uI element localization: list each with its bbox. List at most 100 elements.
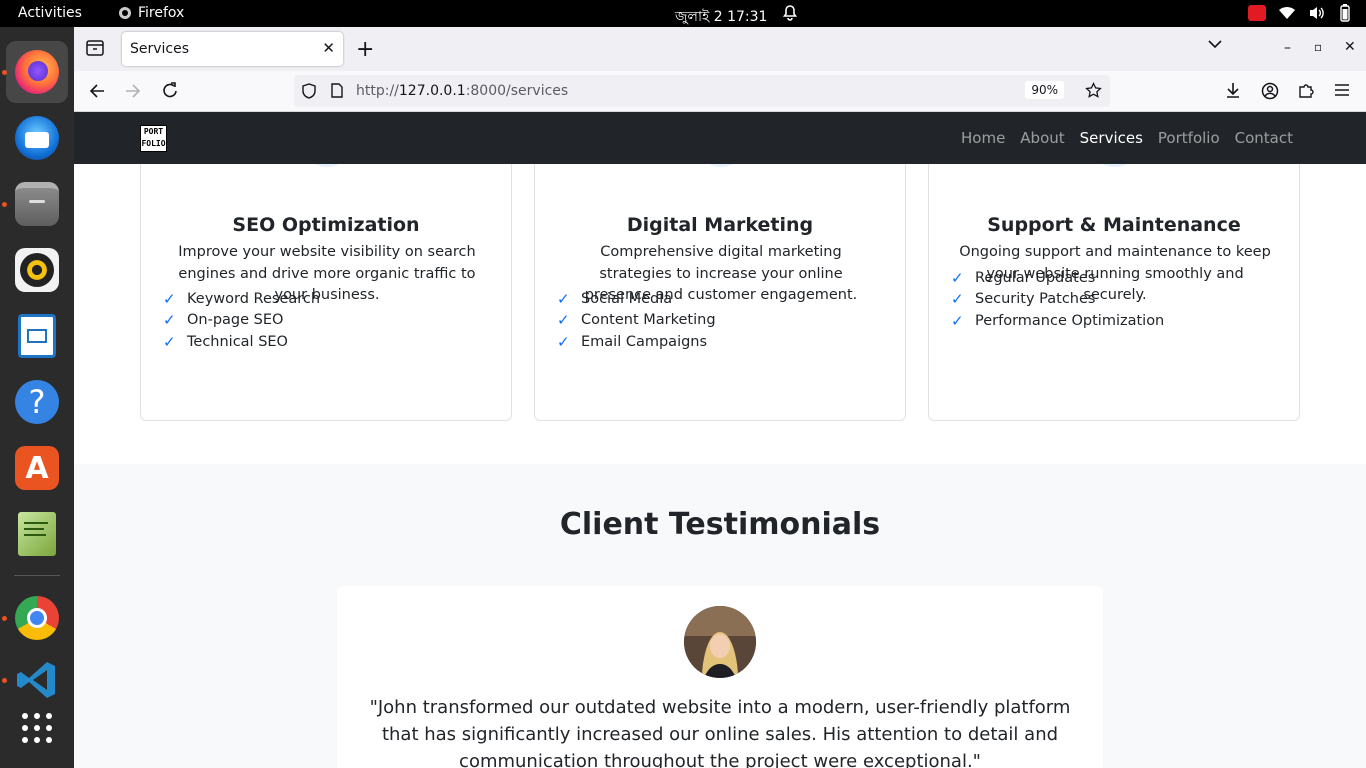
show-apps-grid-icon [22, 713, 52, 743]
nav-link-contact[interactable]: Contact [1235, 129, 1293, 147]
url-bar[interactable]: http://127.0.0.1:8000/services 90% [294, 75, 1110, 107]
list-item: ✓ Social Media [557, 288, 716, 310]
list-item: ✓ Content Marketing [557, 310, 716, 332]
text-editor-icon [18, 512, 56, 556]
vscode-icon [17, 662, 55, 698]
feature-label: Regular Updates [975, 269, 1096, 286]
dock-help[interactable]: ? [6, 371, 68, 433]
check-icon: ✓ [163, 311, 176, 330]
tab-bar: Services ✕ + – ▫ ✕ [74, 27, 1366, 71]
url-path: :8000/services [465, 83, 569, 99]
list-item: ✓ Regular Updates [951, 267, 1164, 289]
extensions-puzzle-icon[interactable] [1298, 82, 1315, 99]
tab-title: Services [130, 41, 190, 57]
service-card-marketing: Digital Marketing Comprehensive digital … [534, 112, 906, 421]
check-icon: ✓ [163, 332, 176, 351]
site-navbar: PORT FOLIO Home About Services Portfolio… [74, 112, 1366, 164]
app-center-icon: A [15, 446, 59, 490]
firefox-small-icon [119, 7, 131, 19]
impress-icon [18, 314, 56, 358]
check-icon: ✓ [951, 290, 964, 309]
back-arrow-icon[interactable] [89, 83, 105, 99]
nav-link-services[interactable]: Services [1080, 129, 1143, 147]
list-tabs-chevron-icon[interactable] [1208, 39, 1222, 49]
dock-chrome[interactable] [6, 587, 68, 649]
files-icon [15, 182, 59, 226]
check-icon: ✓ [163, 289, 176, 308]
running-indicator [2, 616, 7, 621]
testimonial-card: "John transformed our outdated website i… [337, 586, 1103, 768]
tab-services[interactable]: Services ✕ [122, 32, 343, 66]
check-icon: ✓ [557, 289, 570, 308]
dock-separator [14, 575, 60, 576]
feature-label: Security Patches [975, 291, 1096, 308]
testimonials-section: Client Testimonials "John transformed ou… [74, 464, 1366, 768]
volume-icon [1310, 7, 1324, 19]
bookmark-star-icon[interactable] [1085, 82, 1102, 99]
app-menu[interactable]: Firefox [118, 5, 184, 21]
screen-share-indicator-icon[interactable] [1248, 5, 1266, 21]
avatar [684, 606, 756, 678]
nav-link-portfolio[interactable]: Portfolio [1158, 129, 1220, 147]
restore-window-icon[interactable]: ▫ [1314, 40, 1322, 54]
nav-link-home[interactable]: Home [961, 129, 1005, 147]
nav-link-about[interactable]: About [1020, 129, 1064, 147]
close-window-icon[interactable]: ✕ [1344, 39, 1356, 55]
check-icon: ✓ [951, 311, 964, 330]
new-tab-icon[interactable]: + [356, 37, 374, 62]
list-item: ✓ Email Campaigns [557, 331, 716, 353]
hamburger-menu-icon[interactable] [1334, 83, 1350, 97]
dock-show-apps[interactable] [6, 697, 68, 759]
feature-label: Social Media [581, 290, 673, 307]
downloads-icon[interactable] [1225, 82, 1241, 99]
url-host: 127.0.0.1 [398, 83, 466, 99]
feature-label: Content Marketing [581, 312, 716, 329]
clock[interactable]: জুলাই 2 17:31 [675, 5, 767, 29]
running-indicator [2, 678, 7, 683]
running-indicator [2, 70, 7, 75]
url-text: http://127.0.0.1:8000/services [356, 83, 568, 99]
feature-list: ✓ Keyword Research ✓ On-page SEO ✓ Technica… [163, 288, 320, 353]
service-card-support: Support & Maintenance Ongoing support an… [928, 112, 1300, 421]
page-info-icon[interactable] [331, 83, 343, 98]
forward-arrow-icon[interactable] [125, 83, 141, 99]
zoom-level-badge[interactable]: 90% [1025, 81, 1064, 99]
feature-label: On-page SEO [187, 312, 284, 329]
dock-app-center[interactable]: A [6, 437, 68, 499]
rhythmbox-icon [15, 248, 59, 292]
wifi-icon [1279, 6, 1295, 19]
dock: ? A [0, 27, 74, 768]
check-icon: ✓ [951, 268, 964, 287]
minimize-window-icon[interactable]: – [1284, 40, 1291, 56]
dock-libreoffice-impress[interactable] [6, 305, 68, 367]
section-heading: Client Testimonials [559, 507, 881, 542]
logo-line-1: PORT [143, 127, 164, 136]
account-icon[interactable] [1261, 82, 1279, 100]
dock-firefox[interactable] [6, 41, 68, 103]
dock-rhythmbox[interactable] [6, 239, 68, 301]
battery-icon [1340, 4, 1350, 22]
dock-text-editor[interactable] [6, 503, 68, 565]
dock-thunderbird[interactable] [6, 107, 68, 169]
system-tray[interactable] [1248, 4, 1352, 22]
feature-label: Technical SEO [187, 333, 288, 350]
notification-bell-icon[interactable] [782, 4, 798, 25]
close-tab-icon[interactable]: ✕ [322, 39, 335, 57]
url-prefix: http:// [356, 83, 399, 99]
web-page: PORT FOLIO Home About Services Portfolio… [74, 112, 1366, 768]
list-item: ✓ On-page SEO [163, 310, 320, 332]
feature-label: Email Campaigns [581, 333, 708, 350]
service-title: Support & Maintenance [987, 214, 1241, 236]
site-nav-links: Home About Services Portfolio Contact [961, 129, 1293, 147]
testimonial-quote: "John transformed our outdated website i… [369, 697, 1071, 768]
list-item: ✓ Performance Optimization [951, 310, 1164, 332]
list-item: ✓ Keyword Research [163, 288, 320, 310]
feature-list: ✓ Social Media ✓ Content Marketing ✓ Email … [557, 288, 716, 353]
reload-icon[interactable] [162, 82, 178, 99]
activities-button[interactable]: Activities [18, 5, 82, 21]
firefox-view-icon[interactable] [86, 40, 104, 56]
site-logo[interactable]: PORT FOLIO [140, 125, 167, 152]
tracking-shield-icon[interactable] [302, 83, 316, 99]
dock-files[interactable] [6, 173, 68, 235]
check-icon: ✓ [557, 311, 570, 330]
